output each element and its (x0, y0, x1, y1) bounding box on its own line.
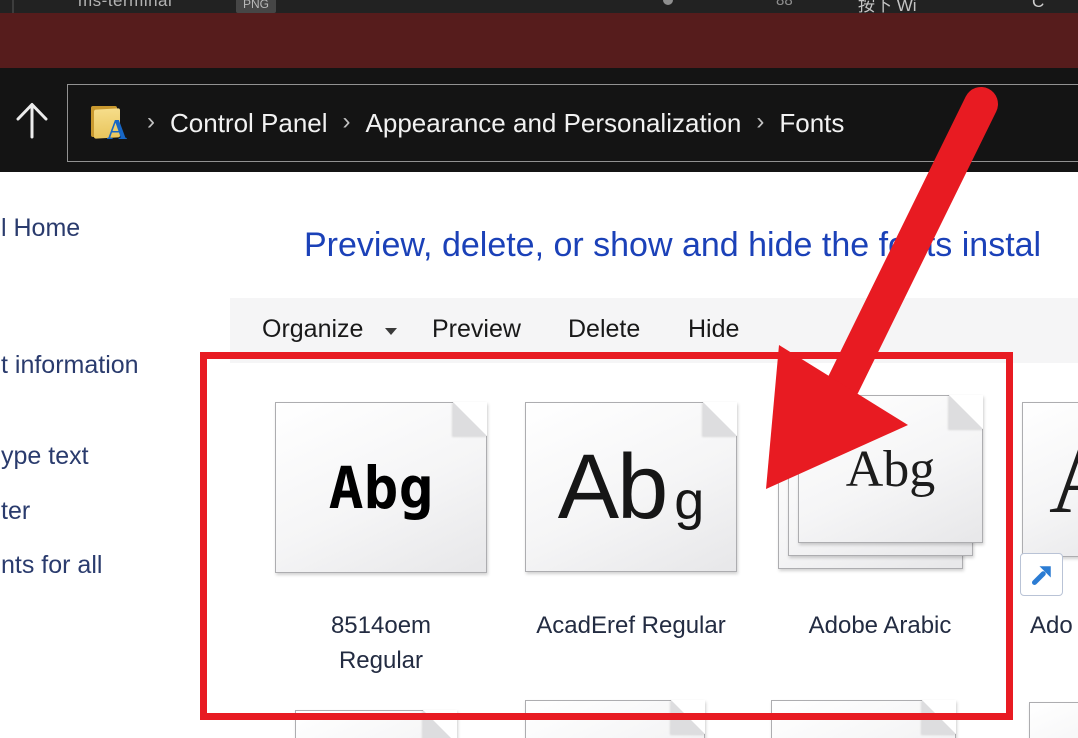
breadcrumb-chevron-icon: › (147, 108, 155, 139)
fonts-toolbar: Organize Preview Delete Hide (230, 298, 1078, 363)
navigate-up-button[interactable] (8, 96, 56, 144)
maroon-band (0, 13, 1078, 68)
font-tile-label: Adobe Arabic (770, 608, 990, 643)
delete-button[interactable]: Delete (568, 298, 640, 363)
breadcrumb-appearance-personalization[interactable]: Appearance and Personalization (366, 108, 742, 139)
font-tile-partial[interactable] (525, 700, 705, 738)
sidebar-item-font-information[interactable]: t information (1, 351, 139, 380)
chevron-down-icon (385, 328, 397, 335)
png-badge: PNG (236, 0, 276, 13)
count-fragment: 88 (776, 0, 793, 9)
organize-button[interactable]: Organize (262, 298, 363, 363)
font-preview-glyphs: Abg (329, 454, 434, 522)
tab-dot-icon (663, 0, 673, 5)
tab-separator (12, 0, 14, 13)
font-name-line2: Regular (255, 643, 507, 678)
font-preview-glyph-small: g (674, 470, 704, 532)
font-tile-partial[interactable] (1029, 702, 1078, 738)
explorer-navbar: A › Control Panel › Appearance and Perso… (0, 68, 1078, 172)
breadcrumb-chevron-icon: › (343, 108, 351, 139)
font-tile-partial[interactable] (295, 710, 457, 738)
font-tile-label: 8514oem Regular (255, 608, 507, 678)
breadcrumb-control-panel[interactable]: Control Panel (170, 108, 328, 139)
font-tile-partial[interactable]: A (1022, 402, 1078, 557)
page-title: Preview, delete, or show and hide the fo… (304, 226, 1041, 265)
page-fold-icon (671, 700, 705, 734)
page-fold-icon (922, 700, 956, 734)
font-preview-glyphs: Abg (846, 440, 936, 499)
hide-button[interactable]: Hide (688, 298, 739, 363)
letter-fragment: C (1032, 0, 1044, 12)
sidebar-item-fonts-for-all[interactable]: nts for all (1, 551, 102, 580)
font-tile-label: AcadEref Regular (505, 608, 757, 643)
font-tile-label: Ado (1030, 608, 1078, 643)
fonts-folder-icon[interactable]: A (88, 104, 126, 142)
preview-button[interactable]: Preview (432, 298, 521, 363)
shortcut-arrow-icon (1027, 560, 1057, 590)
sidebar-item-home[interactable]: l Home (1, 214, 80, 243)
breadcrumb-chevron-icon: › (756, 108, 764, 139)
font-preview-glyphs: A (1049, 424, 1078, 535)
sidebar-item-cleartype-text[interactable]: ype text (1, 442, 89, 471)
screenshot-root: ms-terminal PNG 88 按下 Wi C A › Control P… (0, 0, 1078, 738)
sidebar-item-character[interactable]: ter (1, 497, 30, 526)
page-fold-icon (453, 402, 487, 436)
tab-ms-terminal[interactable]: ms-terminal (78, 0, 172, 11)
shortcut-overlay-icon (1020, 553, 1063, 596)
chinese-hint-fragment: 按下 Wi (858, 0, 917, 13)
page-fold-icon (703, 402, 737, 436)
font-tile-partial[interactable] (771, 700, 956, 738)
background-window-strip: ms-terminal PNG 88 按下 Wi C (0, 0, 1078, 13)
font-preview-glyphs: Ab (558, 435, 667, 540)
font-tile-adobe-arabic[interactable]: Abg (798, 395, 983, 543)
breadcrumb-fonts[interactable]: Fonts (779, 108, 844, 139)
font-name-line1: 8514oem (255, 608, 507, 643)
font-tile-acaderef[interactable]: Ab g (525, 402, 737, 572)
page-fold-icon (423, 710, 457, 738)
folder-letter-a: A (107, 117, 127, 145)
page-fold-icon (949, 395, 983, 429)
up-arrow-icon (9, 97, 55, 143)
address-bar[interactable]: A › Control Panel › Appearance and Perso… (67, 84, 1078, 162)
font-tile-8514oem[interactable]: Abg (275, 402, 487, 573)
